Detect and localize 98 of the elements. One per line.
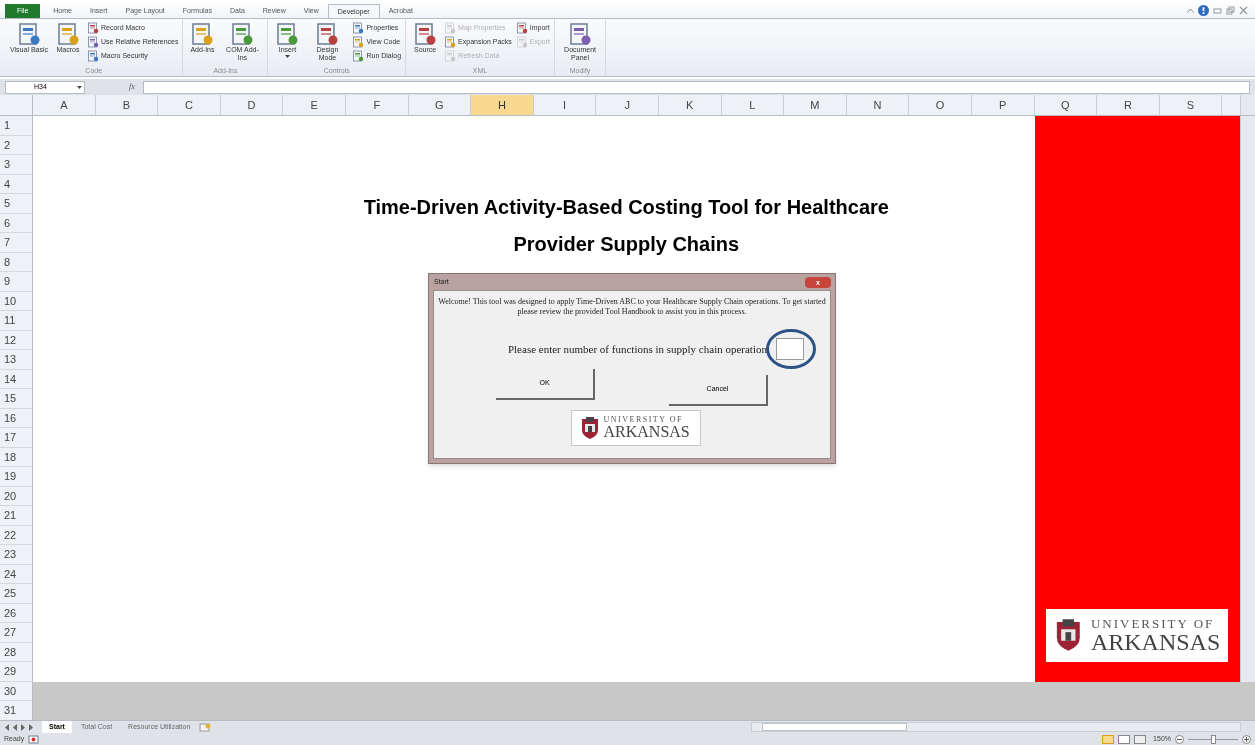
document-icon	[230, 21, 255, 46]
zoom-in-icon[interactable]	[1242, 734, 1251, 744]
column-header[interactable]: Q	[1034, 95, 1098, 116]
column-header[interactable]: E	[283, 95, 346, 116]
row-header[interactable]: 16	[0, 408, 32, 429]
record-macro-icon[interactable]	[28, 734, 40, 744]
document-icon	[315, 21, 340, 46]
row-header[interactable]: 30	[0, 681, 32, 702]
column-header[interactable]: R	[1097, 95, 1160, 116]
row-header[interactable]: 14	[0, 369, 32, 390]
row-header[interactable]: 2	[0, 135, 32, 156]
column-header[interactable]: A	[33, 95, 96, 116]
fx-label[interactable]: fx	[129, 81, 135, 94]
row-header[interactable]: 22	[0, 525, 32, 546]
scroll-thumb[interactable]	[762, 723, 907, 732]
row-header[interactable]: 28	[0, 642, 32, 663]
column-header[interactable]: F	[345, 95, 409, 116]
row-header[interactable]: 3	[0, 155, 32, 175]
document-icon	[444, 50, 457, 63]
document-icon	[515, 22, 528, 35]
row-header[interactable]: 12	[0, 330, 32, 351]
column-header[interactable]: I	[533, 95, 597, 116]
page-break-icon[interactable]	[1134, 734, 1147, 744]
input-field[interactable]	[776, 338, 805, 361]
document-icon	[17, 21, 41, 46]
column-header[interactable]: P	[971, 95, 1035, 116]
logo-subtitle: UNIVERSITY OF	[1090, 616, 1216, 630]
column-header[interactable]: O	[909, 95, 972, 116]
document-icon	[515, 36, 528, 49]
document-icon	[87, 22, 99, 35]
row-header[interactable]: 10	[0, 291, 32, 312]
row-header[interactable]: 19	[0, 467, 32, 487]
document-icon	[87, 36, 99, 49]
column-header[interactable]: K	[658, 95, 722, 116]
logo-title: ARKANSAS	[603, 424, 690, 441]
row-header[interactable]: 15	[0, 389, 32, 409]
logo-subtitle: UNIVERSITY OF	[603, 416, 684, 425]
column-header[interactable]: M	[784, 95, 847, 116]
document-icon	[352, 50, 365, 63]
restore-icon[interactable]	[1226, 6, 1235, 16]
sheet-title: Time-Driven Activity-Based Costing Tool for Healthcare	[363, 195, 889, 221]
logo-title: ARKANSAS	[1090, 629, 1221, 654]
column-header[interactable]: N	[846, 95, 910, 116]
column-header[interactable]: J	[596, 95, 659, 116]
row-header[interactable]: 1	[0, 116, 32, 136]
row-header[interactable]: 7	[0, 233, 32, 253]
column-header[interactable]: L	[721, 95, 785, 116]
row-header[interactable]: 23	[0, 545, 32, 565]
zoom-slider[interactable]	[1188, 734, 1238, 744]
row-header[interactable]: 13	[0, 350, 32, 370]
page-layout-icon[interactable]	[1118, 734, 1131, 744]
scrollbar[interactable]	[1240, 116, 1255, 682]
horizontal-scrollbar[interactable]	[751, 722, 1241, 733]
formula-input[interactable]	[142, 80, 1250, 94]
row-header[interactable]: 9	[0, 272, 32, 292]
zoom-out-icon[interactable]	[1175, 734, 1184, 744]
row-header[interactable]: 25	[0, 584, 32, 604]
document-icon	[275, 21, 300, 46]
new-sheet-icon[interactable]	[199, 722, 212, 732]
document-icon	[190, 21, 215, 46]
column-header[interactable]: C	[158, 95, 221, 116]
caret-icon	[77, 85, 82, 89]
sheet-title: Provider Supply Chains	[513, 232, 740, 258]
row-header[interactable]: 11	[0, 311, 32, 331]
row-header[interactable]: 8	[0, 252, 32, 273]
close-icon[interactable]	[1239, 6, 1248, 16]
document-icon	[352, 22, 365, 35]
row-header[interactable]: 6	[0, 213, 32, 234]
slider-thumb[interactable]	[1210, 734, 1216, 744]
scrollbar[interactable]	[1240, 95, 1255, 116]
row-header[interactable]: 17	[0, 428, 32, 448]
row-header[interactable]: 21	[0, 506, 32, 526]
row-header[interactable]: 18	[0, 447, 32, 468]
caret-icon[interactable]	[1187, 8, 1194, 14]
minimize-icon[interactable]	[1213, 6, 1222, 16]
row-header[interactable]: 27	[0, 623, 32, 643]
document-icon	[352, 36, 365, 49]
row-header[interactable]: 24	[0, 564, 32, 585]
row-header[interactable]: 20	[0, 486, 32, 507]
document-icon	[56, 21, 80, 46]
document-icon	[87, 50, 99, 63]
column-header[interactable]: D	[220, 95, 284, 116]
document-icon	[568, 21, 593, 46]
column-header[interactable]: H	[471, 95, 534, 116]
column-header[interactable]: S	[1159, 95, 1223, 116]
shield-icon	[1054, 617, 1083, 654]
shield-icon	[579, 415, 600, 442]
column-header[interactable]: B	[95, 95, 159, 116]
help-icon[interactable]	[1198, 5, 1209, 17]
normal-view-icon[interactable]	[1102, 734, 1115, 744]
row-header[interactable]: 29	[0, 662, 32, 682]
document-icon	[444, 36, 457, 49]
dialog-message: Welcome! This tool was designed to apply Time-Driven ABC to your Healthcare Supply Chain operations. To get started please review the provided Tool Handbook to assist you in this process.	[437, 297, 827, 318]
document-icon	[413, 21, 438, 46]
row-header[interactable]: 4	[0, 174, 32, 195]
row-header[interactable]: 5	[0, 194, 32, 214]
row-header[interactable]: 26	[0, 603, 32, 624]
document-icon	[444, 22, 457, 35]
